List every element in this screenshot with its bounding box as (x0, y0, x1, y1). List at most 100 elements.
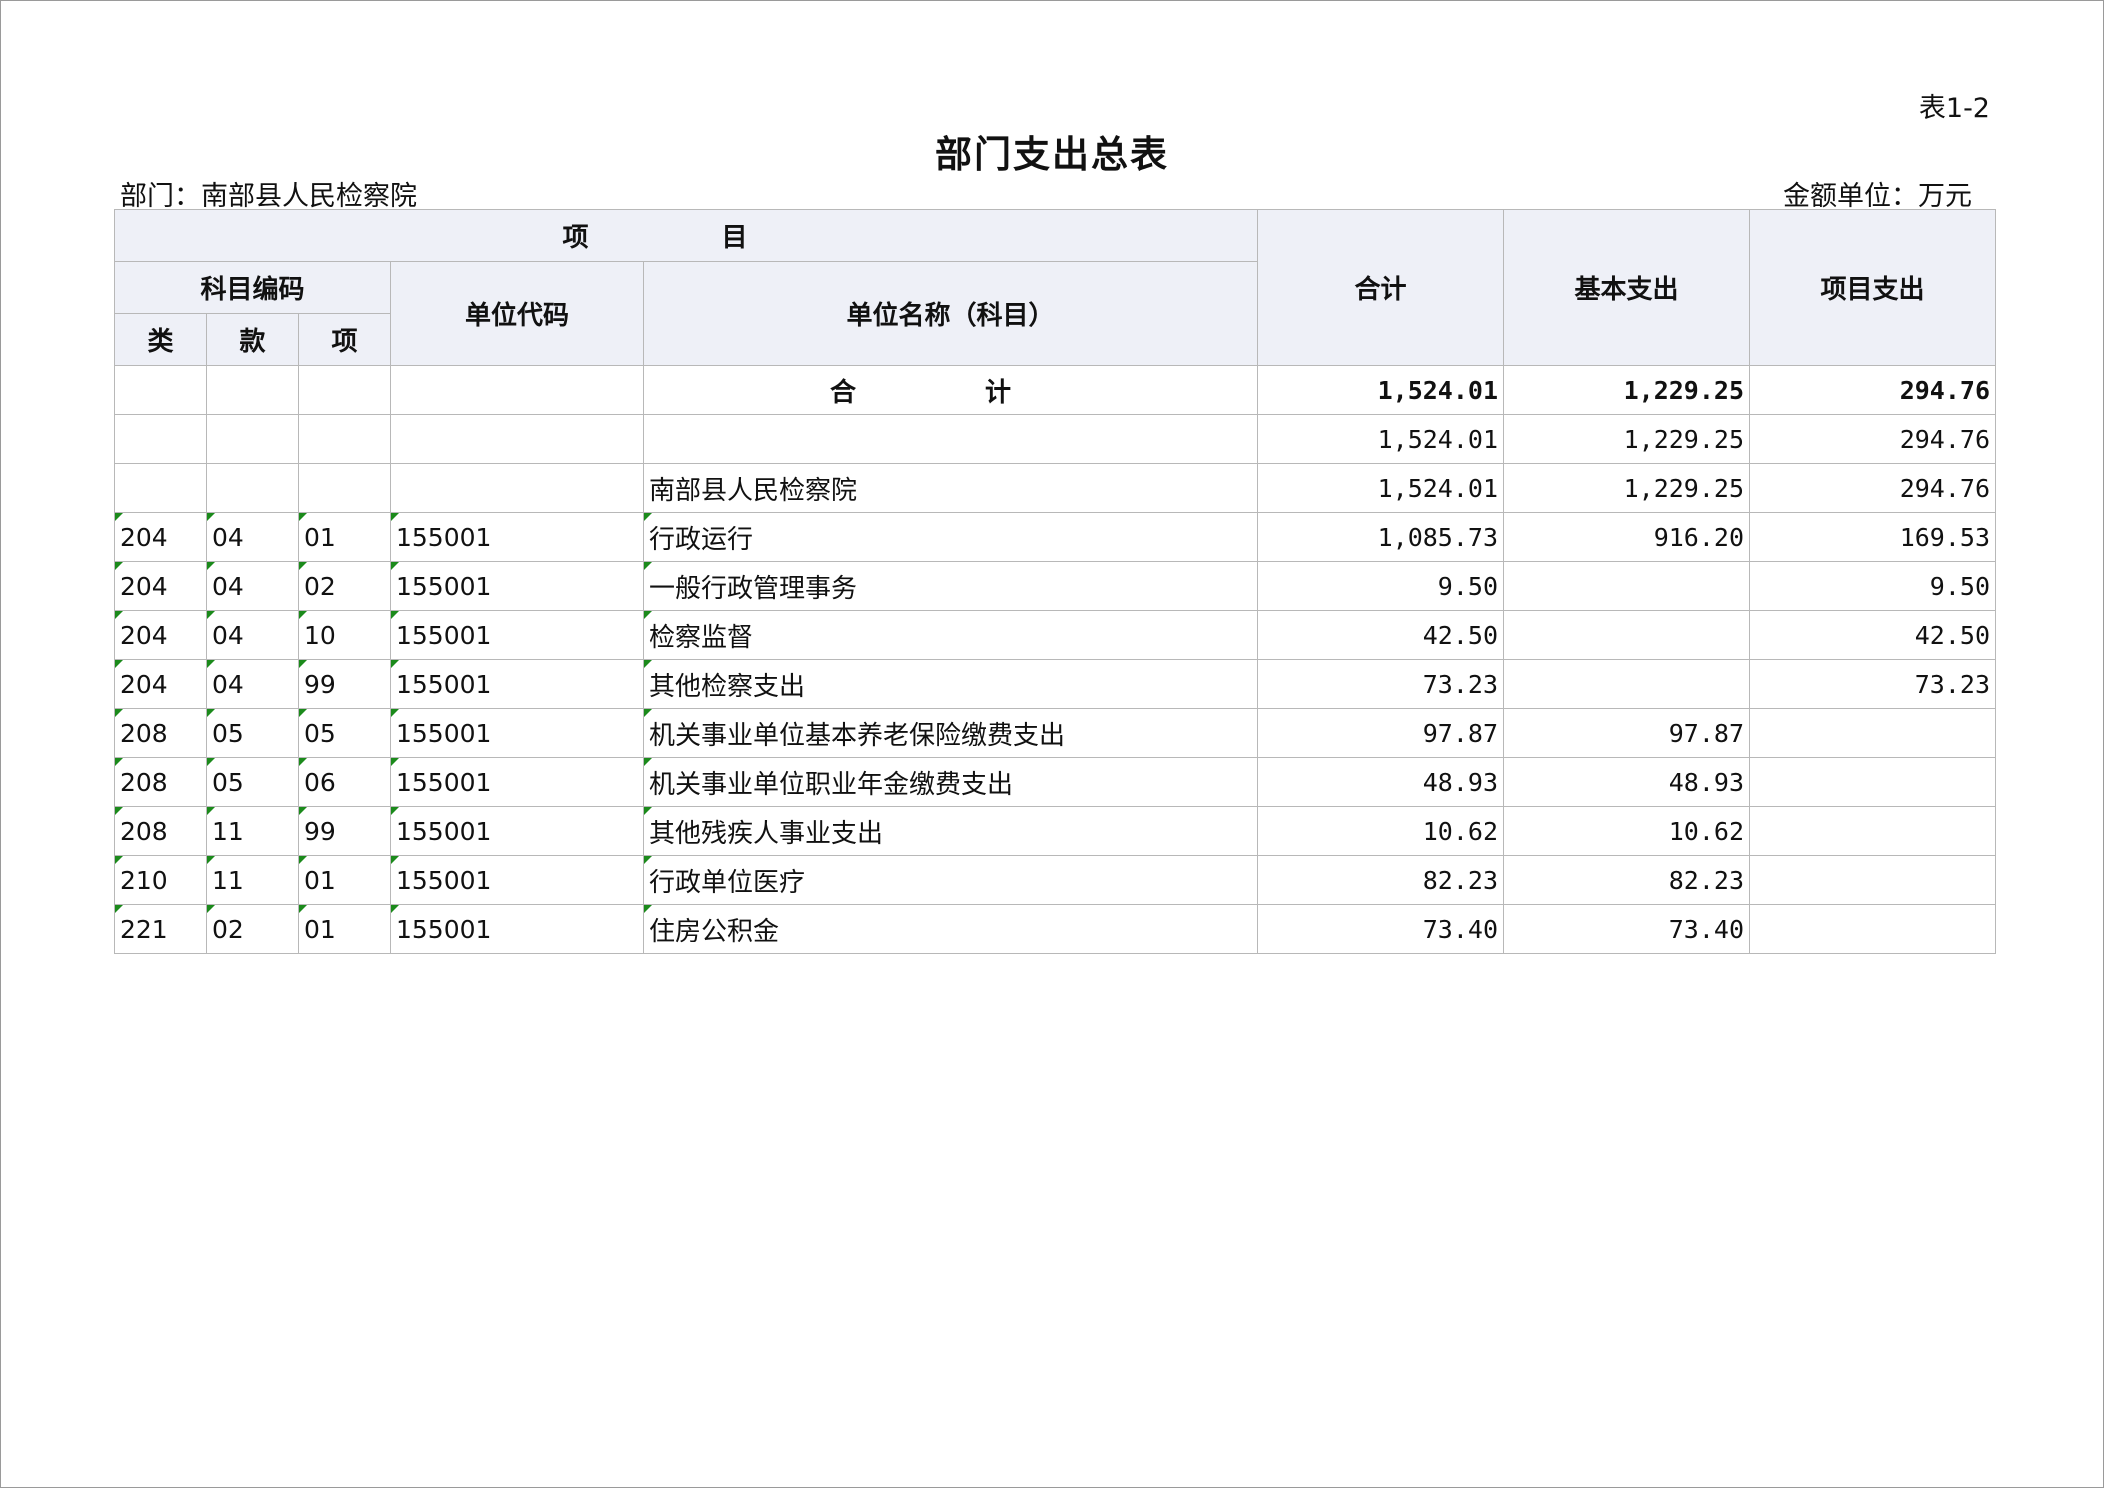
sum-project: 294.76 (1749, 365, 1997, 415)
blank-total-row: 1,524.01 1,229.25 294.76 (114, 414, 1997, 464)
unit-code-cell: 155001 (390, 610, 644, 660)
unit-code-cell: 155001 (390, 659, 644, 709)
header-total: 合计 (1257, 209, 1505, 366)
project-cell: 9.50 (1749, 561, 1997, 611)
class-cell: 208 (114, 806, 207, 856)
cell (390, 463, 644, 513)
table-number: 表1-2 (1918, 93, 1990, 124)
section-cell: 05 (206, 708, 299, 758)
basic-cell (1503, 659, 1751, 709)
total-cell: 42.50 (1257, 610, 1505, 660)
cell (298, 463, 391, 513)
table-row: 204 04 02 155001 一般行政管理事务 9.50 9.50 (114, 561, 1997, 611)
project-cell: 169.53 (1749, 512, 1997, 562)
header-row-1: 项 目 合计 基本支出 项目支出 (113, 209, 1997, 366)
cell (298, 365, 391, 415)
cell (206, 414, 299, 464)
item-cell: 99 (298, 806, 391, 856)
class-cell: 204 (114, 512, 207, 562)
section-cell: 11 (206, 855, 299, 905)
unit-code-cell: 155001 (390, 512, 644, 562)
blank-basic: 1,229.25 (1503, 414, 1751, 464)
unit-name-cell: 其他残疾人事业支出 (642, 806, 1259, 856)
amount-unit-label: 金额单位：万元 (1783, 181, 1972, 212)
basic-cell: 73.40 (1503, 904, 1751, 954)
header-subject-code: 科目编码 (114, 261, 391, 314)
item-cell: 99 (298, 659, 391, 709)
sum-basic: 1,229.25 (1503, 365, 1751, 415)
cell (114, 414, 207, 464)
header-unit-code: 单位代码 (390, 261, 644, 366)
class-cell: 221 (114, 904, 207, 954)
sum-label: 合 计 (642, 365, 1259, 415)
cell (298, 414, 391, 464)
project-cell (1749, 904, 1997, 954)
section-cell: 11 (206, 806, 299, 856)
basic-cell: 10.62 (1503, 806, 1751, 856)
unit-name-cell: 一般行政管理事务 (642, 561, 1259, 611)
total-cell: 1,085.73 (1257, 512, 1505, 562)
class-cell: 204 (114, 561, 207, 611)
unit-code-cell: 155001 (390, 561, 644, 611)
total-cell: 82.23 (1257, 855, 1505, 905)
cell (206, 365, 299, 415)
blank-project: 294.76 (1749, 414, 1997, 464)
section-cell: 04 (206, 659, 299, 709)
cell (390, 414, 644, 464)
section-cell: 04 (206, 610, 299, 660)
total-cell: 73.40 (1257, 904, 1505, 954)
table-row: 208 11 99 155001 其他残疾人事业支出 10.62 10.62 (114, 806, 1997, 856)
basic-cell: 97.87 (1503, 708, 1751, 758)
header-project-expenditure: 项目支出 (1749, 209, 1997, 366)
unit-name-cell: 行政运行 (642, 512, 1259, 562)
sum-row: 合 计 1,524.01 1,229.25 294.76 (114, 365, 1997, 415)
unit-name-cell: 机关事业单位基本养老保险缴费支出 (642, 708, 1259, 758)
basic-cell (1503, 561, 1751, 611)
blank-total: 1,524.01 (1257, 414, 1505, 464)
department-label: 部门：南部县人民检察院 (120, 181, 417, 212)
total-cell: 73.23 (1257, 659, 1505, 709)
header-basic-expenditure: 基本支出 (1503, 209, 1751, 366)
table-row: 208 05 06 155001 机关事业单位职业年金缴费支出 48.93 48.93 (114, 757, 1997, 807)
unit-code-cell: 155001 (390, 708, 644, 758)
header-class: 类 (114, 313, 207, 366)
org-total: 1,524.01 (1257, 463, 1505, 513)
class-cell: 208 (114, 757, 207, 807)
cell (390, 365, 644, 415)
item-cell: 02 (298, 561, 391, 611)
header-unit-name: 单位名称（科目） (642, 261, 1259, 366)
item-cell: 01 (298, 855, 391, 905)
section-cell: 05 (206, 757, 299, 807)
unit-name-cell: 住房公积金 (642, 904, 1259, 954)
section-cell: 04 (206, 561, 299, 611)
table-row: 204 04 99 155001 其他检察支出 73.23 73.23 (114, 659, 1997, 709)
item-cell: 01 (298, 904, 391, 954)
basic-cell (1503, 610, 1751, 660)
unit-code-cell: 155001 (390, 904, 644, 954)
total-cell: 10.62 (1257, 806, 1505, 856)
item-cell: 10 (298, 610, 391, 660)
section-cell: 04 (206, 512, 299, 562)
table-row: 210 11 01 155001 行政单位医疗 82.23 82.23 (114, 855, 1997, 905)
basic-cell: 48.93 (1503, 757, 1751, 807)
total-cell: 48.93 (1257, 757, 1505, 807)
header-section: 款 (206, 313, 299, 366)
project-cell: 73.23 (1749, 659, 1997, 709)
unit-name-cell: 行政单位医疗 (642, 855, 1259, 905)
total-cell: 97.87 (1257, 708, 1505, 758)
unit-code-cell: 155001 (390, 757, 644, 807)
header-project: 项 目 (113, 209, 1259, 262)
project-cell (1749, 806, 1997, 856)
section-cell: 02 (206, 904, 299, 954)
sum-total: 1,524.01 (1257, 365, 1505, 415)
item-cell: 01 (298, 512, 391, 562)
table-row: 221 02 01 155001 住房公积金 73.40 73.40 (114, 904, 1997, 954)
item-cell: 06 (298, 757, 391, 807)
item-cell: 05 (298, 708, 391, 758)
org-basic: 1,229.25 (1503, 463, 1751, 513)
table-row: 204 04 01 155001 行政运行 1,085.73 916.20 169.53 (114, 512, 1997, 562)
basic-cell: 916.20 (1503, 512, 1751, 562)
project-cell (1749, 855, 1997, 905)
basic-cell: 82.23 (1503, 855, 1751, 905)
class-cell: 210 (114, 855, 207, 905)
